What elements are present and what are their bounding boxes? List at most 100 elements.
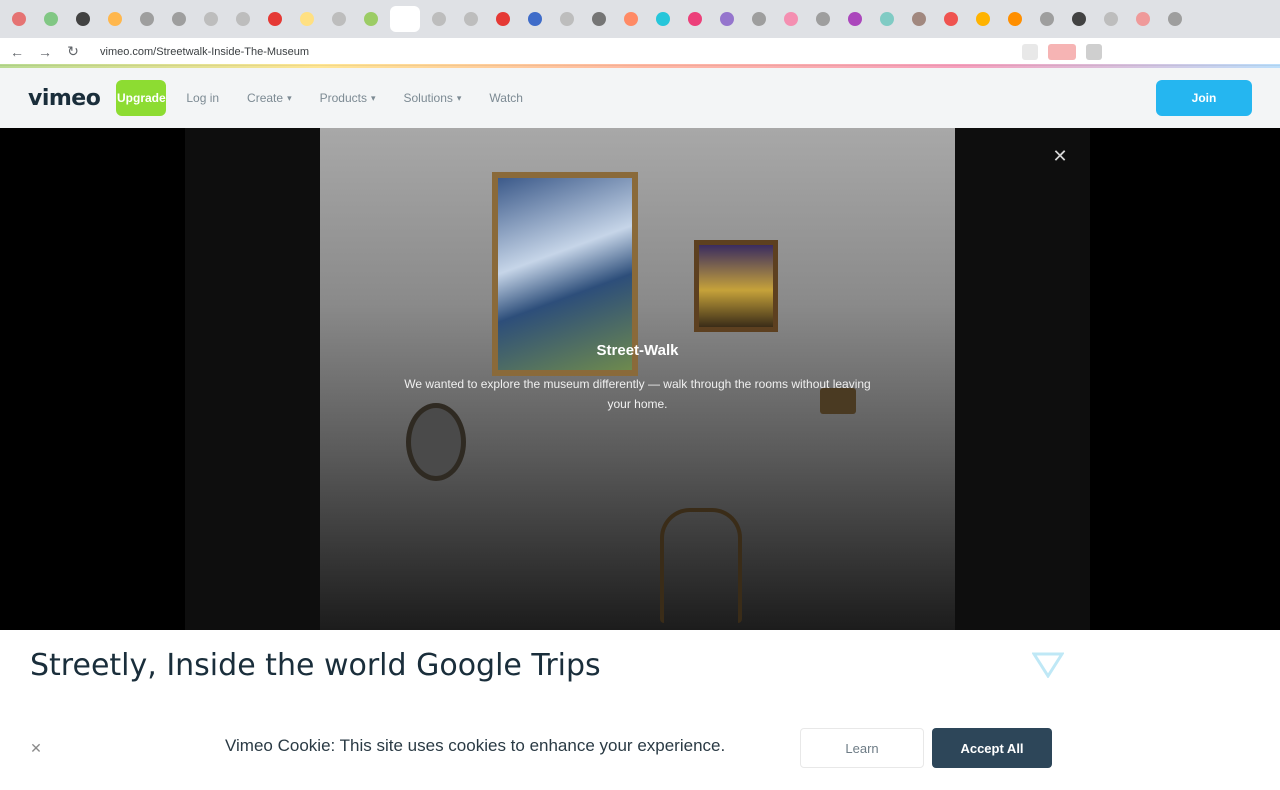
browser-tab[interactable] — [326, 6, 352, 32]
nav-watch[interactable]: Watch — [489, 91, 523, 105]
browser-tab[interactable] — [810, 6, 836, 32]
browser-tab[interactable] — [294, 6, 320, 32]
browser-tab[interactable] — [1002, 6, 1028, 32]
tab-favicon-icon — [332, 12, 346, 26]
tab-favicon-icon — [364, 12, 378, 26]
browser-tab[interactable] — [1130, 6, 1156, 32]
tab-favicon-icon — [268, 12, 282, 26]
close-icon[interactable]: ✕ — [26, 738, 46, 758]
browser-tab[interactable] — [1066, 6, 1092, 32]
tab-favicon-icon — [848, 12, 862, 26]
url-field[interactable]: vimeo.com/Streetwalk-Inside-The-Museum — [92, 43, 1012, 61]
tab-favicon-icon — [398, 12, 412, 26]
browser-tab[interactable] — [874, 6, 900, 32]
tab-favicon-icon — [784, 12, 798, 26]
browser-tab[interactable] — [166, 6, 192, 32]
forward-icon[interactable]: → — [36, 43, 54, 61]
tab-favicon-icon — [1072, 12, 1086, 26]
browser-tab[interactable] — [746, 6, 772, 32]
profile-icon[interactable] — [1086, 43, 1102, 60]
nav-create[interactable]: Create ▾ — [247, 91, 292, 105]
tab-favicon-icon — [44, 12, 58, 26]
browser-tab-strip — [0, 0, 1280, 38]
extension-icon[interactable] — [1048, 43, 1076, 60]
browser-tab[interactable] — [458, 6, 484, 32]
tab-favicon-icon — [880, 12, 894, 26]
nav-products-label: Products — [319, 91, 367, 105]
tab-favicon-icon — [944, 12, 958, 26]
browser-tab[interactable] — [426, 6, 452, 32]
browser-tab[interactable] — [970, 6, 996, 32]
oval-mirror — [406, 403, 466, 481]
back-icon[interactable]: ← — [8, 43, 26, 61]
learn-more-button[interactable]: Learn — [800, 728, 924, 768]
chair — [660, 508, 742, 623]
vimeo-logo[interactable]: vimeo — [28, 86, 101, 111]
browser-tab[interactable] — [554, 6, 580, 32]
tab-favicon-icon — [1136, 12, 1150, 26]
tab-favicon-icon — [1168, 12, 1182, 26]
tab-favicon-icon — [752, 12, 766, 26]
browser-tab[interactable] — [38, 6, 64, 32]
video-frame[interactable]: Street-Walk We wanted to explore the mus… — [320, 128, 955, 630]
tab-favicon-icon — [816, 12, 830, 26]
browser-tab[interactable] — [906, 6, 932, 32]
browser-tab[interactable] — [842, 6, 868, 32]
browser-tab[interactable] — [6, 6, 32, 32]
browser-tab[interactable] — [102, 6, 128, 32]
browser-tab[interactable] — [230, 6, 256, 32]
nav-solutions[interactable]: Solutions ▾ — [404, 91, 462, 105]
site-header: vimeo Upgrade Log in Create ▾ Products ▾ S… — [0, 68, 1280, 128]
browser-tab[interactable] — [938, 6, 964, 32]
star-icon[interactable] — [1022, 43, 1038, 60]
video-player[interactable]: Street-Walk We wanted to explore the mus… — [0, 128, 1280, 630]
chevron-down-icon: ▾ — [370, 92, 376, 103]
heart-icon[interactable] — [1030, 650, 1066, 680]
nav-create-label: Create — [247, 91, 284, 105]
browser-tab[interactable] — [70, 6, 96, 32]
nav-login-label: Log in — [186, 91, 220, 105]
tab-favicon-icon — [1040, 12, 1054, 26]
browser-tab[interactable] — [522, 6, 548, 32]
browser-tab[interactable] — [586, 6, 612, 32]
accept-cookies-button[interactable]: Accept All — [932, 728, 1052, 768]
browser-tab[interactable] — [358, 6, 384, 32]
browser-tab[interactable] — [682, 6, 708, 32]
tab-favicon-icon — [688, 12, 702, 26]
browser-tab[interactable] — [134, 6, 160, 32]
cookie-message: Vimeo Cookie: This site uses cookies to … — [225, 736, 726, 755]
tab-favicon-icon — [108, 12, 122, 26]
tab-favicon-icon — [624, 12, 638, 26]
browser-tab[interactable] — [618, 6, 644, 32]
browser-address-bar: ← → ↻ vimeo.com/Streetwalk-Inside-The-Mu… — [0, 38, 1280, 66]
nav-products[interactable]: Products ▾ — [320, 91, 376, 105]
join-button[interactable]: Join — [1156, 80, 1252, 116]
browser-tab[interactable] — [650, 6, 676, 32]
tab-favicon-icon — [1104, 12, 1118, 26]
upgrade-button[interactable]: Upgrade — [116, 80, 167, 116]
reload-icon[interactable]: ↻ — [64, 43, 82, 61]
browser-tab[interactable] — [714, 6, 740, 32]
close-icon[interactable]: ✕ — [1050, 146, 1070, 166]
tab-favicon-icon — [592, 12, 606, 26]
nav-watch-label: Watch — [489, 91, 523, 105]
browser-tab[interactable] — [778, 6, 804, 32]
browser-tab[interactable] — [390, 6, 420, 32]
chevron-down-icon: ▾ — [456, 92, 462, 103]
player-side-panel-right — [955, 128, 1090, 630]
tab-favicon-icon — [656, 12, 670, 26]
nav-login[interactable]: Log in — [186, 91, 219, 105]
browser-tab[interactable] — [198, 6, 224, 32]
tab-favicon-icon — [172, 12, 186, 26]
browser-tab[interactable] — [490, 6, 516, 32]
tab-favicon-icon — [496, 12, 510, 26]
tab-favicon-icon — [560, 12, 574, 26]
tab-favicon-icon — [300, 12, 314, 26]
browser-tab[interactable] — [1162, 6, 1188, 32]
video-overlay-title: Street-Walk — [596, 342, 679, 359]
browser-tab[interactable] — [1034, 6, 1060, 32]
browser-tab[interactable] — [262, 6, 288, 32]
browser-tab[interactable] — [1098, 6, 1124, 32]
chevron-down-icon: ▾ — [287, 92, 292, 103]
tab-favicon-icon — [204, 12, 218, 26]
